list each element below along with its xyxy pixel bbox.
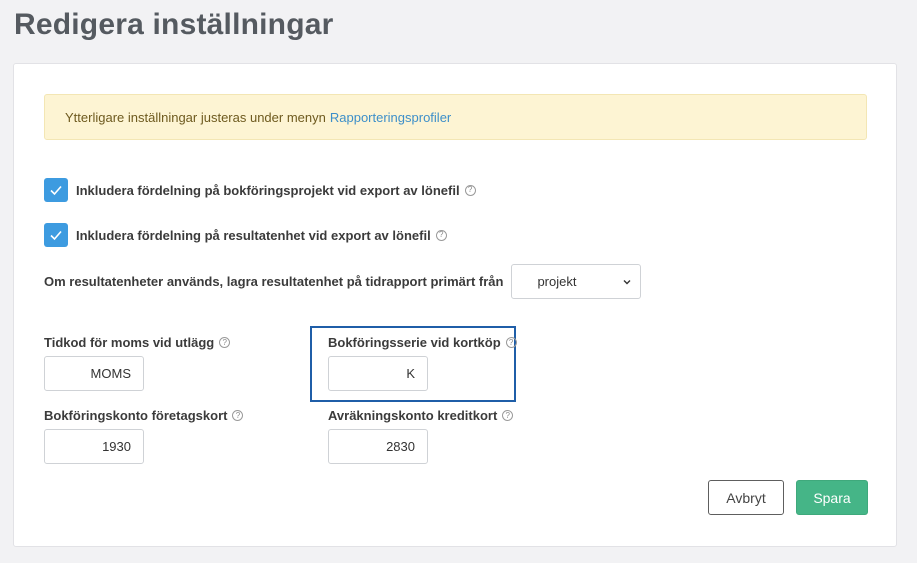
help-icon[interactable]: ? (232, 410, 244, 421)
help-icon[interactable]: ? (505, 337, 517, 348)
info-alert: Ytterligare inställningar justeras under… (44, 94, 867, 140)
project-distribution-label: Inkludera fördelning på bokföringsprojek… (76, 182, 460, 198)
result-unit-source-select[interactable]: projekt (511, 264, 642, 299)
cancel-button[interactable]: Avbryt (708, 480, 784, 515)
company-card-account-input[interactable]: 1930 (44, 429, 144, 464)
check-icon (50, 185, 62, 196)
credit-card-account-label: Avräkningskonto kreditkort (328, 408, 498, 423)
page-title: Redigera inställningar (14, 8, 334, 41)
save-button[interactable]: Spara (796, 480, 868, 515)
result-unit-source-value: projekt (537, 274, 577, 289)
check-icon (50, 230, 62, 241)
help-icon[interactable]: ? (464, 184, 476, 196)
vat-timecode-label: Tidkod för moms vid utlägg (44, 335, 215, 350)
project-distribution-checkbox[interactable] (44, 178, 68, 202)
credit-card-account-input[interactable]: 2830 (328, 429, 428, 464)
result-unit-source-row: Om resultatenheter används, lagra result… (44, 264, 642, 299)
card-series-label-row: Bokföringsserie vid kortköp ? (328, 335, 517, 350)
result-unit-distribution-checkbox[interactable] (44, 223, 68, 247)
vat-timecode-input[interactable]: MOMS (44, 356, 144, 391)
result-unit-distribution-label: Inkludera fördelning på resultatenhet vi… (76, 227, 431, 243)
result-unit-source-label: Om resultatenheter används, lagra result… (44, 274, 504, 289)
help-icon[interactable]: ? (435, 229, 447, 241)
checkbox-row-result-unit: Inkludera fördelning på resultatenhet vi… (44, 223, 447, 247)
company-card-account-label: Bokföringskonto företagskort (44, 408, 228, 423)
help-icon[interactable]: ? (219, 337, 231, 348)
card-series-label: Bokföringsserie vid kortköp (328, 335, 501, 350)
checkbox-row-project: Inkludera fördelning på bokföringsprojek… (44, 178, 476, 202)
reporting-profiles-link[interactable]: Rapporteringsprofiler (330, 110, 451, 125)
settings-card: Ytterligare inställningar justeras under… (13, 63, 897, 547)
vat-timecode-label-row: Tidkod för moms vid utlägg ? (44, 335, 231, 350)
company-card-account-label-row: Bokföringskonto företagskort ? (44, 408, 244, 423)
alert-text: Ytterligare inställningar justeras under… (65, 109, 326, 125)
help-icon[interactable]: ? (502, 410, 514, 421)
chevron-down-icon (623, 279, 631, 284)
card-series-input[interactable]: K (328, 356, 428, 391)
credit-card-account-label-row: Avräkningskonto kreditkort ? (328, 408, 514, 423)
